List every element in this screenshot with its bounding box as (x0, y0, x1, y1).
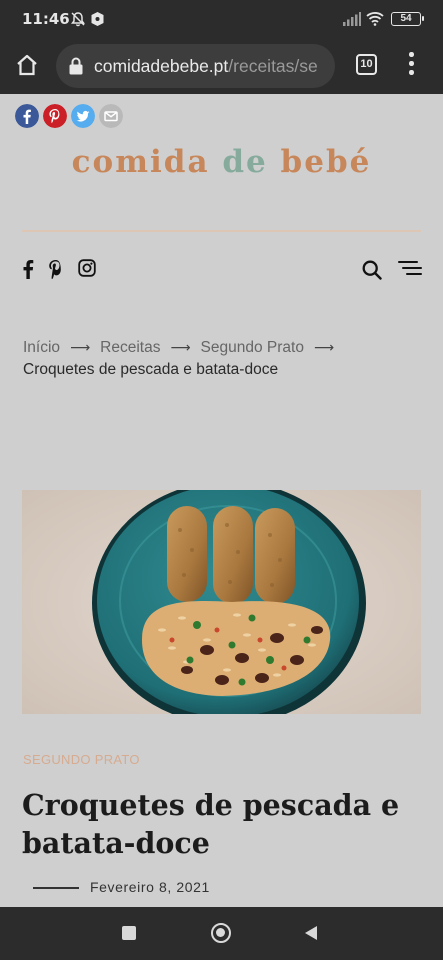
status-time: 11:46 (22, 10, 70, 28)
status-bar: 11:46 54 (0, 0, 443, 38)
post-category[interactable]: Segundo Prato (23, 752, 140, 767)
pinterest-icon[interactable] (48, 259, 63, 279)
tabs-icon[interactable]: 10 (356, 54, 377, 75)
lock-icon (69, 57, 83, 75)
search-icon[interactable] (362, 260, 382, 280)
logo-word-2: de (222, 144, 268, 180)
wifi-icon (366, 12, 384, 26)
meta-divider (33, 887, 79, 889)
breadcrumb-separator: ⟶ (313, 339, 335, 355)
recipe-photo[interactable] (22, 490, 421, 714)
breadcrumb-recipes[interactable]: Receitas (100, 339, 160, 356)
post-date: Fevereiro 8, 2021 (90, 879, 210, 895)
breadcrumb: Início ⟶ Receitas ⟶ Segundo Prato ⟶ Croquetes… (23, 336, 423, 381)
instagram-icon[interactable] (78, 259, 96, 277)
system-nav-bar (0, 907, 443, 960)
breadcrumb-current: Croquetes de pescada e batata-doce (23, 361, 279, 378)
site-logo[interactable]: comida de bebé (0, 144, 443, 180)
twitter-share-icon[interactable] (71, 104, 95, 128)
facebook-share-icon[interactable] (15, 104, 39, 128)
tab-count: 10 (360, 58, 373, 70)
breadcrumb-home[interactable]: Início (23, 339, 60, 356)
pinterest-share-icon[interactable] (43, 104, 67, 128)
url-path: /receitas/se (228, 56, 318, 76)
more-menu-icon[interactable] (402, 52, 420, 76)
email-share-icon[interactable] (99, 104, 123, 128)
browser-toolbar: comidadebebe.pt/receitas/se 10 (0, 38, 443, 94)
url-text[interactable]: comidadebebe.pt/receitas/se (94, 56, 318, 77)
breadcrumb-separator: ⟶ (70, 339, 91, 355)
web-page: comida de bebé Início ⟶ Receitas ⟶ Segundo P… (0, 94, 443, 907)
logo-word-3: bebé (280, 144, 372, 180)
battery-icon: 54 (391, 12, 424, 26)
facebook-icon[interactable] (22, 259, 34, 279)
back-icon[interactable] (304, 925, 318, 941)
url-host: comidadebebe.pt (94, 56, 229, 76)
url-bar[interactable]: comidadebebe.pt/receitas/se (56, 44, 335, 88)
breadcrumb-separator: ⟶ (170, 339, 191, 355)
breadcrumb-category[interactable]: Segundo Prato (201, 339, 304, 356)
croquettes-plate-image (22, 490, 421, 714)
mute-bell-icon (71, 12, 85, 27)
home-button-icon[interactable] (211, 923, 231, 943)
hamburger-menu-icon[interactable] (398, 261, 422, 275)
signal-icon (343, 12, 361, 26)
logo-word-1: comida (71, 144, 210, 180)
home-icon[interactable] (15, 53, 39, 77)
post-title: Croquetes de pescada e batata-doce (22, 788, 400, 860)
battery-level: 54 (400, 13, 412, 24)
header-divider (22, 230, 421, 232)
recent-apps-icon[interactable] (122, 926, 136, 940)
vpn-shield-icon (91, 12, 104, 26)
